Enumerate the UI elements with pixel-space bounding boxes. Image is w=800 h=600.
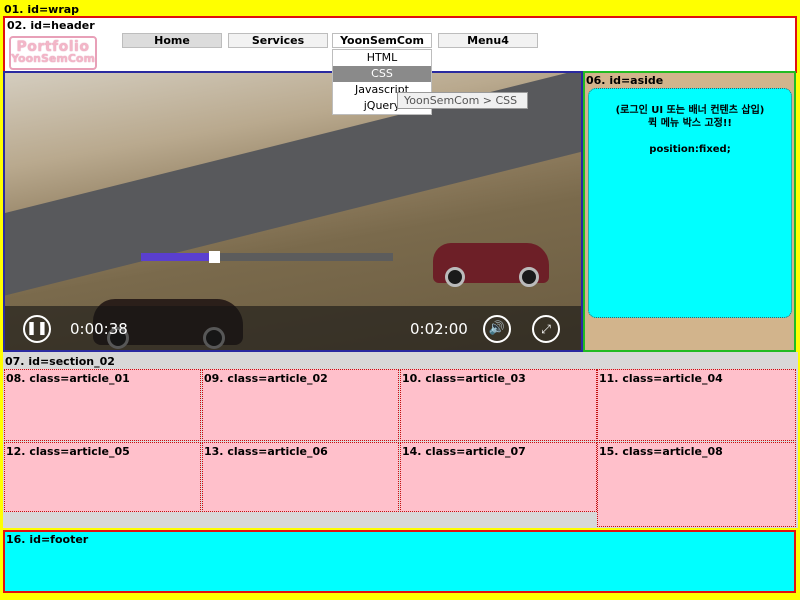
article-06: 13. class=article_06 bbox=[202, 442, 399, 512]
tooltip: YoonSemCom > CSS bbox=[397, 92, 528, 109]
logo-line2: YoonSemCom bbox=[11, 52, 95, 65]
article-01: 08. class=article_01 bbox=[4, 369, 201, 441]
article-label: 11. class=article_04 bbox=[599, 372, 723, 385]
article-04: 11. class=article_04 bbox=[597, 369, 796, 441]
header-label: 02. id=header bbox=[7, 19, 95, 32]
current-time: 0:00:38 bbox=[70, 320, 128, 338]
article-label: 13. class=article_06 bbox=[204, 445, 328, 458]
article-07: 14. class=article_07 bbox=[400, 442, 597, 512]
article-05: 12. class=article_05 bbox=[4, 442, 201, 512]
article-02: 09. class=article_02 bbox=[202, 369, 399, 441]
video-player[interactable] bbox=[3, 71, 583, 352]
wrap-label: 01. id=wrap bbox=[4, 3, 80, 16]
aside-label: 06. id=aside bbox=[586, 74, 664, 87]
article-08: 15. class=article_08 bbox=[597, 442, 796, 527]
article-label: 10. class=article_03 bbox=[402, 372, 526, 385]
fullscreen-icon[interactable]: ⤢ bbox=[532, 315, 560, 343]
wheel bbox=[445, 267, 465, 287]
total-time: 0:02:00 bbox=[410, 320, 468, 338]
menu-home[interactable]: Home bbox=[122, 33, 222, 48]
submenu-item-css[interactable]: CSS bbox=[333, 66, 431, 82]
article-label: 12. class=article_05 bbox=[6, 445, 130, 458]
car-red bbox=[433, 243, 549, 287]
progress-bar[interactable] bbox=[141, 251, 393, 263]
article-label: 08. class=article_01 bbox=[6, 372, 130, 385]
aside-line2: 퀵 메뉴 박스 고정!! bbox=[648, 118, 732, 129]
menu-menu4[interactable]: Menu4 bbox=[438, 33, 538, 48]
submenu-item-html[interactable]: HTML bbox=[333, 50, 431, 66]
aside-line1: (로그인 UI 또는 배너 컨텐츠 삽입) bbox=[615, 105, 765, 116]
menu-yoonsemcom[interactable]: YoonSemCom bbox=[332, 33, 432, 48]
menu-services[interactable]: Services bbox=[228, 33, 328, 48]
portfolio-logo[interactable]: Portfolio YoonSemCom bbox=[9, 36, 97, 70]
footer-label: 16. id=footer bbox=[6, 533, 89, 546]
quick-menu-box: (로그인 UI 또는 배너 컨텐츠 삽입) 퀵 메뉴 박스 고정!! posit… bbox=[588, 88, 792, 318]
volume-icon[interactable]: 🔊 bbox=[483, 315, 511, 343]
section-02-label: 07. id=section_02 bbox=[5, 355, 115, 368]
wheel bbox=[519, 267, 539, 287]
footer: 16. id=footer bbox=[3, 530, 796, 593]
article-03: 10. class=article_03 bbox=[400, 369, 597, 441]
aside: 06. id=aside (로그인 UI 또는 배너 컨텐츠 삽입) 퀵 메뉴 … bbox=[583, 71, 796, 352]
pause-icon[interactable]: ❚❚ bbox=[23, 315, 51, 343]
progress-knob[interactable] bbox=[209, 251, 221, 263]
progress-fill bbox=[141, 253, 210, 261]
article-label: 14. class=article_07 bbox=[402, 445, 526, 458]
article-label: 15. class=article_08 bbox=[599, 445, 723, 458]
aside-line3: position:fixed; bbox=[649, 144, 731, 155]
article-label: 09. class=article_02 bbox=[204, 372, 328, 385]
